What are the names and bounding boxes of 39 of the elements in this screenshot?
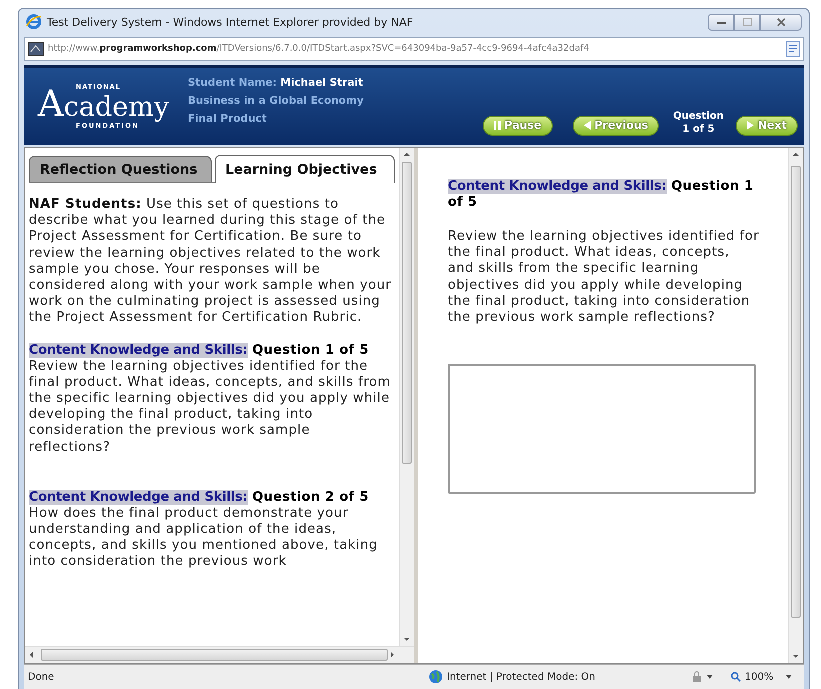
caret-icon[interactable] bbox=[786, 675, 792, 679]
intro-paragraph: NAF Students: Use this set of questions to describe what you learned during this stage of the Project Assessment for Certification. Be sure to review the learning objectives related to the work sample you chose. Your responses will be considered along with your work sample when your work on the culminating project is assessed using the Project Assessment for Certification Rubric. bbox=[29, 197, 393, 327]
close-button[interactable] bbox=[760, 14, 802, 30]
question-label: Question bbox=[673, 110, 724, 122]
vertical-scrollbar[interactable] bbox=[788, 148, 803, 663]
status-text: Done bbox=[28, 672, 56, 682]
question-heading: Content Knowledge and Skills: Question 2 of 5 bbox=[29, 490, 370, 506]
pause-icon bbox=[494, 121, 501, 130]
minimize-button[interactable] bbox=[708, 14, 734, 30]
question-text: Review the learning objectives identified for the final product. What ideas, concepts, and skills from the specific learning objectives did you apply while developing the final product, taking into consideration the previous work sample reflections? bbox=[29, 358, 392, 456]
browser-logo-icon bbox=[26, 14, 42, 30]
right-arrow-icon bbox=[746, 121, 754, 130]
question-heading: Content Knowledge and Skills: Question 1 of 5 bbox=[29, 342, 370, 359]
logo-text: Academy bbox=[38, 91, 170, 122]
magnifier-icon bbox=[731, 672, 741, 682]
zoom-button[interactable]: 100% bbox=[725, 668, 780, 686]
student-name: Student Name: Michael Strait bbox=[188, 77, 364, 89]
left-arrow-icon bbox=[584, 121, 591, 130]
close-icon bbox=[776, 18, 786, 26]
compatibility-view-icon[interactable] bbox=[786, 41, 800, 57]
minimize-icon bbox=[716, 19, 726, 25]
answer-field[interactable] bbox=[448, 364, 756, 494]
page-icon bbox=[28, 42, 44, 56]
question-heading: Content Knowledge and Skills: Question 1 of 5 bbox=[448, 179, 755, 211]
window-title: Test Delivery System - Windows Internet Explorer provided by NAF bbox=[47, 16, 414, 28]
question-counter: 1 of 5 bbox=[682, 122, 715, 136]
vertical-scrollbar[interactable] bbox=[399, 148, 414, 646]
product-name: Final Product bbox=[188, 113, 268, 125]
caret-icon bbox=[707, 675, 713, 679]
question-text: Review the learning objectives identified for the final product. What ideas, concepts, and skills from the specific learning objectives did you apply while developing the final product, taking into consideration the previous work sample reflections? bbox=[448, 229, 760, 326]
horizontal-scrollbar[interactable] bbox=[25, 646, 414, 663]
globe-icon bbox=[429, 670, 443, 684]
tab[interactable]: Learning Objectives bbox=[214, 155, 395, 183]
lock-icon bbox=[691, 671, 703, 683]
maximize-icon bbox=[742, 18, 752, 26]
question-text: How does the final product demonstrate your understanding and application of the ideas, concepts, and skills you mentioned above, taking into consideration the previous work bbox=[29, 506, 379, 571]
course-name: Business in a Global Economy bbox=[188, 95, 365, 107]
tab[interactable]: Reflection Questions bbox=[29, 156, 212, 182]
zone-text: Internet | Protected Mode: On bbox=[447, 672, 596, 682]
